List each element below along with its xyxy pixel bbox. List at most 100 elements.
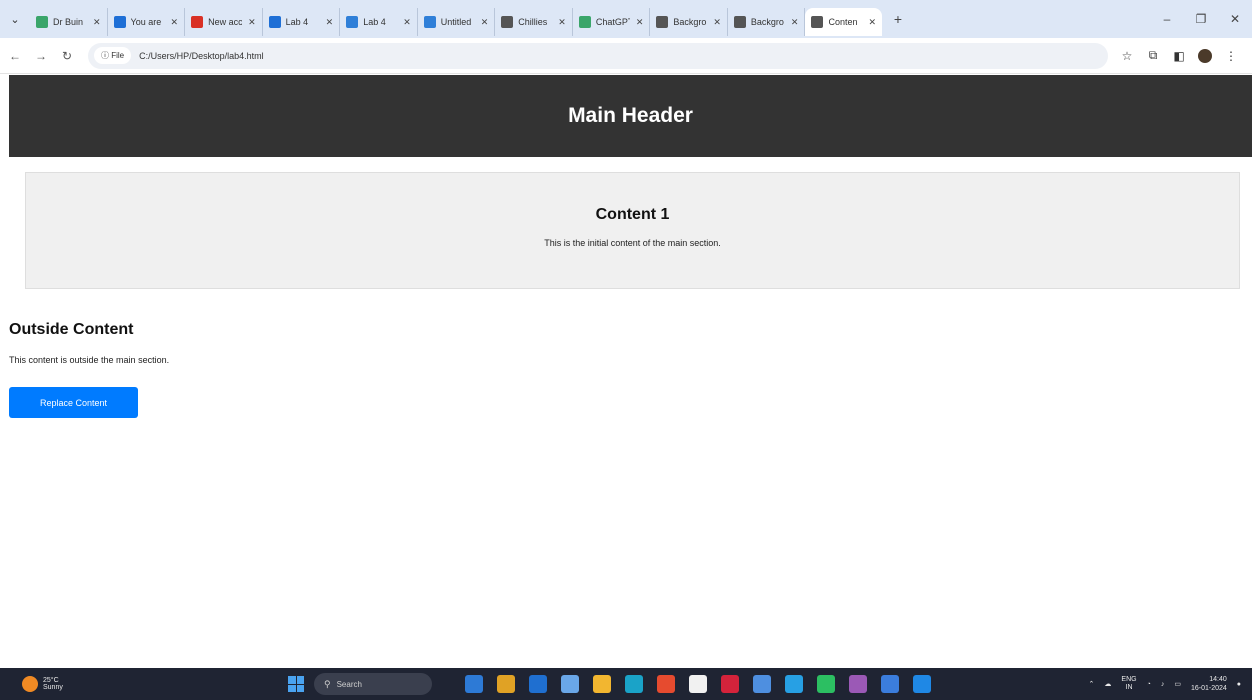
tab-favicon-icon xyxy=(36,16,48,28)
browser-tab[interactable]: Lab 4 ✕ xyxy=(263,8,341,36)
browser-tab[interactable]: Backgro ✕ xyxy=(728,8,806,36)
tab-close-icon[interactable]: ✕ xyxy=(326,17,334,28)
tab-title: Lab 4 xyxy=(363,17,386,27)
browser-tab[interactable]: ChatGPT ✕ xyxy=(573,8,651,36)
new-tab-icon[interactable]: + xyxy=(886,11,910,27)
tab-favicon-icon xyxy=(191,16,204,28)
clock[interactable]: 14:40 16-01-2024 xyxy=(1191,675,1227,693)
tab-close-icon[interactable]: ✕ xyxy=(636,17,644,28)
taskbar-app-icon[interactable] xyxy=(913,675,931,693)
pinned-apps xyxy=(458,675,938,693)
language-indicator[interactable]: ENG IN xyxy=(1121,676,1136,692)
sun-icon xyxy=(22,676,38,692)
tab-close-icon[interactable]: ✕ xyxy=(171,17,179,28)
tab-favicon-icon xyxy=(811,16,824,28)
sidepanel-icon[interactable]: ◧ xyxy=(1166,49,1192,63)
taskbar-app-icon[interactable] xyxy=(785,675,803,693)
tab-title: Dr Buin xyxy=(53,17,84,27)
close-icon[interactable]: ✕ xyxy=(1218,12,1252,26)
address-url: C:/Users/HP/Desktop/lab4.html xyxy=(139,50,264,61)
page-viewport: Main Header Content 1 This is the initia… xyxy=(9,75,1252,668)
tray-overflow-icon[interactable]: ⌃ xyxy=(1089,680,1095,688)
tab-search-icon[interactable]: ⌄ xyxy=(0,4,30,34)
weather-widget[interactable]: 25°C Sunny xyxy=(22,676,63,692)
battery-icon[interactable]: ▭ xyxy=(1174,680,1181,688)
taskbar-app-icon[interactable] xyxy=(753,675,771,693)
taskbar-app-icon[interactable] xyxy=(561,675,579,693)
tab-favicon-icon xyxy=(656,16,669,28)
notification-bell-icon[interactable]: ● xyxy=(1237,681,1241,688)
tab-title: Backgro xyxy=(750,17,784,27)
main-section: Content 1 This is the initial content of… xyxy=(25,172,1240,289)
start-windows-icon[interactable] xyxy=(288,676,304,692)
taskbar-app-icon[interactable] xyxy=(465,675,483,693)
main-header-title: Main Header xyxy=(568,104,693,127)
window-controls: – ❐ ✕ xyxy=(1150,0,1252,38)
tab-close-icon[interactable]: ✕ xyxy=(93,17,101,28)
tab-close-icon[interactable]: ✕ xyxy=(868,17,876,28)
forward-icon[interactable]: → xyxy=(30,49,52,63)
profile-avatar[interactable] xyxy=(1198,48,1212,63)
restore-icon[interactable]: ❐ xyxy=(1184,12,1218,26)
tab-strip: ⌄ Dr Buin ✕ You are ✕ New acc ✕ Lab 4 ✕ Lab 4 ✕ Un… xyxy=(0,0,1252,38)
tab-title: Lab 4 xyxy=(285,17,309,27)
outside-text: This content is outside the main section… xyxy=(9,355,170,365)
browser-tab[interactable]: Untitled ✕ xyxy=(418,8,496,36)
browser-tab[interactable]: Lab 4 ✕ xyxy=(340,8,418,36)
browser-tab[interactable]: Backgro ✕ xyxy=(650,8,728,36)
browser-tab[interactable]: You are ✕ xyxy=(108,8,186,36)
volume-icon[interactable]: ♪ xyxy=(1161,681,1165,688)
taskbar-app-icon[interactable] xyxy=(721,675,739,693)
outside-content: Outside Content This content is outside … xyxy=(9,321,169,365)
tab-favicon-icon xyxy=(501,16,514,28)
reload-icon[interactable]: ↻ xyxy=(56,49,78,63)
browser-tab[interactable]: New acc ✕ xyxy=(185,8,263,36)
browser-tab[interactable]: Chillies ✕ xyxy=(495,8,573,36)
tab-favicon-icon xyxy=(113,16,126,28)
tab-title: Untitled xyxy=(440,17,472,27)
minimize-icon[interactable]: – xyxy=(1150,12,1184,26)
tab-close-icon[interactable]: ✕ xyxy=(403,17,411,28)
taskbar-app-icon[interactable] xyxy=(497,675,515,693)
tab-list: Dr Buin ✕ You are ✕ New acc ✕ Lab 4 ✕ Lab 4 ✕ Unti… xyxy=(30,2,883,36)
tab-favicon-icon xyxy=(268,16,281,28)
toolbar-actions: ☆ ⧉ ◧ ⋮ xyxy=(1114,48,1244,63)
extensions-icon[interactable]: ⧉ xyxy=(1140,48,1166,63)
search-icon: ⚲ xyxy=(324,678,331,689)
info-icon: ⓘ xyxy=(101,51,112,60)
taskbar-app-icon[interactable] xyxy=(689,675,707,693)
clock-time: 14:40 xyxy=(1209,676,1227,683)
browser-tab[interactable]: Dr Buin ✕ xyxy=(30,8,108,36)
tab-title: New acc xyxy=(208,17,243,27)
tab-favicon-icon xyxy=(578,16,591,28)
taskbar-center: ⚲ Search xyxy=(288,668,938,700)
taskbar-app-icon[interactable] xyxy=(849,675,867,693)
wifi-icon[interactable]: ◔ xyxy=(1147,681,1151,688)
address-bar[interactable]: ⓘ File C:/Users/HP/Desktop/lab4.html xyxy=(88,42,1108,69)
browser-tab[interactable]: Conten ✕ xyxy=(805,8,883,36)
bookmark-star-icon[interactable]: ☆ xyxy=(1114,49,1140,63)
taskbar-app-icon[interactable] xyxy=(657,675,675,693)
replace-content-button[interactable]: Replace Content xyxy=(9,387,138,418)
menu-kebab-icon[interactable]: ⋮ xyxy=(1218,49,1244,63)
tab-close-icon[interactable]: ✕ xyxy=(791,17,799,28)
tab-close-icon[interactable]: ✕ xyxy=(248,17,256,28)
tab-close-icon[interactable]: ✕ xyxy=(713,17,721,28)
content-text: This is the initial content of the main … xyxy=(544,238,721,248)
cloud-icon[interactable]: ☁ xyxy=(1104,680,1111,688)
tab-favicon-icon xyxy=(733,16,746,28)
outside-title: Outside Content xyxy=(9,321,134,338)
taskbar-app-icon[interactable] xyxy=(881,675,899,693)
taskbar-app-icon[interactable] xyxy=(593,675,611,693)
browser-window: ⌄ Dr Buin ✕ You are ✕ New acc ✕ Lab 4 ✕ Lab 4 ✕ Un… xyxy=(0,0,1252,700)
clock-date: 16-01-2024 xyxy=(1190,685,1227,692)
file-chip[interactable]: ⓘ File xyxy=(94,47,132,64)
taskbar-search[interactable]: ⚲ Search xyxy=(314,673,432,695)
taskbar-app-icon[interactable] xyxy=(625,675,643,693)
tab-favicon-icon xyxy=(346,16,359,28)
tab-close-icon[interactable]: ✕ xyxy=(558,17,566,28)
taskbar-app-icon[interactable] xyxy=(817,675,835,693)
tab-close-icon[interactable]: ✕ xyxy=(481,17,489,28)
back-icon[interactable]: ← xyxy=(4,49,26,63)
taskbar-app-icon[interactable] xyxy=(529,675,547,693)
